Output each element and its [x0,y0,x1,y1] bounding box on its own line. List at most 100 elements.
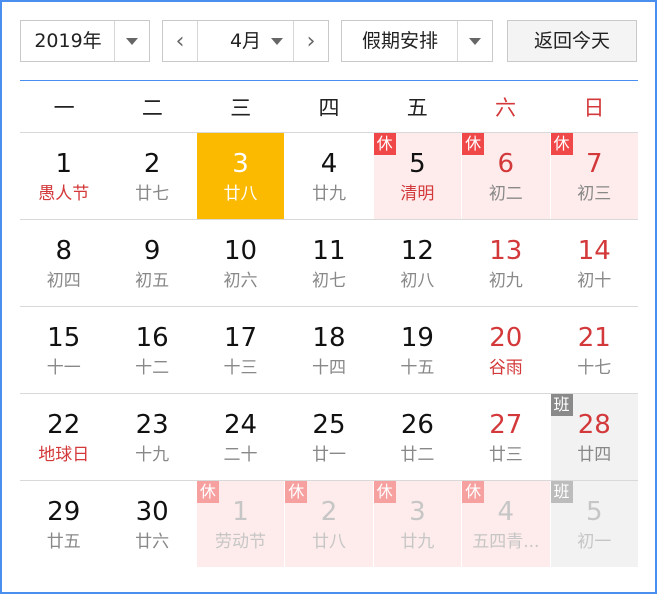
month-picker: ‹ 4月 › [162,20,329,62]
weekday-label: 一 [53,96,75,120]
festival-label: 谷雨 [488,358,523,378]
calendar-day-cell[interactable]: 班 5 初一 [550,481,638,567]
calendar-day-cell[interactable]: 29 廿五 [20,481,107,567]
calendar-day-cell[interactable]: 19 十五 [374,307,461,393]
calendar-day-cell[interactable]: 休 5 清明 [373,133,462,219]
calendar-day-cell[interactable]: 18 十四 [285,307,372,393]
lunar-date-label: 初四 [46,271,81,291]
year-select-value: 2019年 [34,30,102,52]
day-number: 2 [143,149,161,179]
day-number: 4 [320,149,338,179]
calendar-day-today[interactable]: 3 廿八 [196,133,285,219]
calendar-day-cell[interactable]: 13 初九 [462,220,549,306]
day-number: 12 [400,236,434,266]
day-number: 23 [135,410,169,440]
day-number: 1 [55,149,72,179]
lunar-date-label: 十五 [400,358,435,378]
festival-label: 清明 [400,184,435,204]
calendar-day-cell[interactable]: 24 二十 [197,394,284,480]
calendar-week-row: 29 廿五 30 廿六休 1 劳动节休 2 廿八休 3 廿九休 4 五四青... 班 5 初一 [20,480,638,567]
weekday-header: 一 二 三 四 五 六 日 [20,86,638,130]
weekday-label: 二 [141,96,163,120]
weekday-label: 六 [495,96,517,120]
calendar-day-cell[interactable]: 休 6 初二 [462,133,550,219]
day-number: 5 [409,149,426,179]
lunar-date-label: 初十 [577,271,612,291]
day-number: 15 [47,323,81,353]
day-number: 2 [320,497,338,527]
weekday-label: 四 [318,96,340,120]
day-number: 21 [577,323,611,353]
lunar-date-label: 初八 [400,271,435,291]
lunar-date-label: 廿六 [135,532,170,552]
calendar-day-cell[interactable]: 30 廿六 [108,481,195,567]
lunar-date-label: 初九 [488,271,523,291]
calendar-week-row: 1 愚人节 2 廿七 3 廿八 4 廿九休 5 清明休 6 初二休 7 初三 [20,132,638,219]
calendar-day-cell[interactable]: 1 愚人节 [20,133,107,219]
calendar-day-cell[interactable]: 23 十九 [108,394,195,480]
holiday-select-value: 假期安排 [361,30,438,52]
calendar-day-cell[interactable]: 10 初六 [197,220,284,306]
year-dropdown-arrow[interactable] [114,21,149,61]
calendar-day-cell[interactable]: 15 十一 [20,307,107,393]
day-number: 11 [312,236,346,266]
calendar-day-cell[interactable]: 11 初七 [285,220,372,306]
calendar-day-cell[interactable]: 休 2 廿八 [285,481,373,567]
lunar-date-label: 初六 [223,271,258,291]
calendar-day-cell[interactable]: 26 廿二 [374,394,461,480]
calendar-day-cell[interactable]: 班 28 廿四 [550,394,638,480]
lunar-date-label: 廿五 [46,532,81,552]
calendar-day-cell[interactable]: 2 廿七 [108,133,195,219]
holiday-select[interactable]: 假期安排 [341,20,493,62]
lunar-date-label: 初三 [577,184,612,204]
calendar-widget: 2019年 ‹ 4月 › 假期安排 返回今天 一 二 三 四 五 六 日 1 愚人… [0,0,657,594]
calendar-day-cell[interactable]: 27 廿三 [462,394,549,480]
day-number: 19 [400,323,434,353]
calendar-day-cell[interactable]: 9 初五 [108,220,195,306]
calendar-day-cell[interactable]: 14 初十 [551,220,638,306]
day-number: 28 [577,410,611,440]
next-month-button[interactable]: › [293,21,328,61]
day-number: 6 [497,149,515,179]
calendar-day-cell[interactable]: 8 初四 [20,220,107,306]
lunar-date-label: 十九 [135,445,170,465]
lunar-date-label: 十一 [46,358,81,378]
calendar-toolbar: 2019年 ‹ 4月 › 假期安排 返回今天 [20,20,640,64]
weekday-label: 三 [230,96,252,120]
calendar-day-cell[interactable]: 休 1 劳动节 [196,481,285,567]
back-to-today-button[interactable]: 返回今天 [507,20,637,62]
day-number: 27 [489,410,523,440]
lunar-date-label: 初一 [577,532,612,552]
holiday-dropdown-arrow[interactable] [457,21,492,61]
calendar-day-cell[interactable]: 20 谷雨 [462,307,549,393]
lunar-date-label: 廿二 [400,445,435,465]
day-number: 14 [577,236,611,266]
day-number: 9 [143,236,161,266]
day-number: 20 [489,323,523,353]
calendar-week-row: 8 初四 9 初五 10 初六 11 初七 12 初八 13 初九 14 初十 [20,219,638,306]
calendar-day-cell[interactable]: 休 4 五四青... [462,481,550,567]
month-dropdown-arrow[interactable] [260,21,294,61]
day-number: 10 [224,236,258,266]
calendar-day-cell[interactable]: 16 十二 [108,307,195,393]
calendar-day-cell[interactable]: 4 廿九 [285,133,372,219]
calendar-day-cell[interactable]: 17 十三 [197,307,284,393]
lunar-date-label: 十三 [223,358,258,378]
prev-month-button[interactable]: ‹ [163,21,198,61]
day-number: 22 [47,410,81,440]
calendar-day-cell[interactable]: 22 地球日 [20,394,107,480]
chevron-down-icon [469,37,481,45]
lunar-date-label: 初二 [488,184,523,204]
lunar-date-label: 二十 [223,445,258,465]
day-number: 17 [224,323,258,353]
calendar-day-cell[interactable]: 21 十七 [551,307,638,393]
calendar-day-cell[interactable]: 12 初八 [374,220,461,306]
lunar-date-label: 十二 [135,358,170,378]
lunar-date-label: 廿八 [223,184,258,204]
lunar-date-label: 廿一 [311,445,346,465]
calendar-day-cell[interactable]: 25 廿一 [285,394,372,480]
calendar-day-cell[interactable]: 休 7 初三 [550,133,638,219]
calendar-day-cell[interactable]: 休 3 廿九 [373,481,462,567]
day-number: 3 [409,497,426,527]
year-select[interactable]: 2019年 [20,20,150,62]
